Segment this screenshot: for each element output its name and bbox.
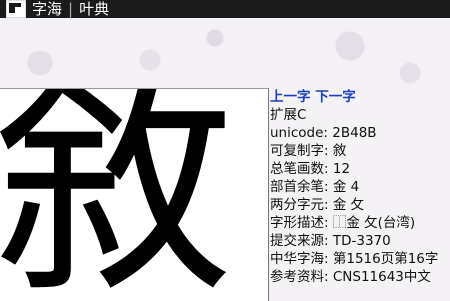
app-logo-icon: [6, 0, 26, 18]
info-row-description: 字形描述: ⿰金 攵(台湾): [270, 214, 450, 232]
reference-label: 参考资料:: [270, 269, 329, 285]
glyph-display: 敘: [0, 88, 269, 301]
zihai-value: 第1516页第16字: [332, 251, 439, 267]
source-value: TD-3370: [332, 233, 391, 249]
strokes-label: 总笔画数:: [270, 161, 329, 177]
next-char-link[interactable]: 下一字: [315, 89, 356, 105]
components-value: 金 攵: [332, 197, 365, 213]
copyable-value[interactable]: 敘: [333, 143, 347, 159]
title-separator: |: [68, 0, 74, 18]
radical-value: 金 4: [332, 179, 360, 195]
info-row-unicode: unicode: 2B48B: [270, 124, 450, 142]
info-panel: 上一字 下一字 扩展C unicode: 2B48B 可复制字: 敘 总笔画数:…: [270, 88, 450, 300]
app-subtitle: 叶典: [79, 0, 110, 18]
strokes-value: 12: [332, 161, 351, 177]
unicode-label: unicode:: [270, 125, 328, 141]
info-row-strokes: 总笔画数: 12: [270, 160, 450, 178]
info-row-zihai: 中华字海: 第1516页第16字: [270, 250, 450, 268]
title-bar: 字海 | 叶典: [0, 0, 450, 18]
info-row-reference: 参考资料: CNS11643中文: [270, 268, 450, 286]
nav-links: 上一字 下一字: [270, 88, 450, 106]
info-row-radical: 部首余笔: 金 4: [270, 178, 450, 196]
prev-char-link[interactable]: 上一字: [270, 89, 311, 105]
zihai-label: 中华字海:: [270, 251, 329, 267]
copyable-label: 可复制字:: [270, 143, 329, 159]
header-background: [0, 18, 450, 88]
info-row-source: 提交来源: TD-3370: [270, 232, 450, 250]
description-label: 字形描述:: [270, 215, 329, 231]
unicode-value: 2B48B: [332, 125, 377, 141]
reference-value: CNS11643中文: [332, 269, 431, 285]
components-label: 两分字元:: [270, 197, 329, 213]
info-row-components: 两分字元: 金 攵: [270, 196, 450, 214]
large-glyph: 敘: [0, 88, 235, 301]
block-label: 扩展C: [270, 107, 307, 123]
info-row-block: 扩展C: [270, 106, 450, 124]
info-row-copyable: 可复制字: 敘: [270, 142, 450, 160]
radical-label: 部首余笔:: [270, 179, 329, 195]
app-title: 字海: [32, 0, 63, 18]
source-label: 提交来源:: [270, 233, 329, 249]
description-value: ⿰金 攵(台湾): [332, 215, 416, 231]
